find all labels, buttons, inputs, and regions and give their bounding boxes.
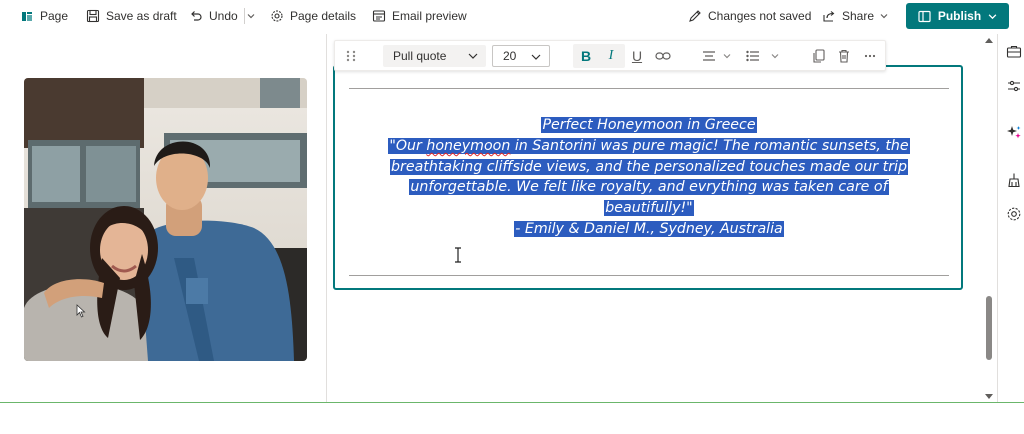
page-button-label: Page [40, 9, 69, 23]
text-style-value: Pull quote [393, 49, 447, 63]
quote-attribution: - Emily & Daniel M., Sydney, Australia [514, 220, 784, 237]
more-icon [864, 54, 876, 58]
quote-line-1-rest: in Santorini was pure magic! The romanti… [510, 137, 909, 154]
quote-line-4: beautifully!" [604, 200, 694, 217]
page-details-button[interactable]: Page details [270, 6, 356, 26]
chevron-down-icon [468, 53, 478, 59]
format-toolbar: Pull quote 20 B I U [334, 40, 886, 71]
page-details-label: Page details [290, 9, 357, 23]
scroll-down-icon[interactable] [985, 394, 993, 400]
couple-photo[interactable] [24, 78, 307, 361]
underline-button[interactable]: U [628, 47, 646, 65]
more-options-button[interactable] [861, 47, 879, 65]
quote-line-1: "Our honeymoon in Santorini was pure mag… [388, 137, 910, 154]
pull-quote-webpart[interactable]: Perfect Honeymoon in Greece "Our honeymo… [333, 65, 963, 290]
changes-status-label: Changes not saved [708, 9, 812, 23]
save-as-draft-label: Save as draft [106, 9, 177, 23]
divider [244, 8, 245, 24]
email-preview-button[interactable]: Email preview [372, 6, 467, 26]
undo-dropdown[interactable] [247, 6, 255, 26]
publish-label: Publish [937, 9, 982, 23]
sliders-icon[interactable] [1006, 78, 1022, 94]
pencil-icon [689, 10, 701, 22]
column-divider [326, 34, 327, 402]
changes-status: Changes not saved [688, 6, 811, 26]
quote-line-2: breathtaking cliffside views, and the pe… [390, 158, 908, 175]
chevron-down-icon[interactable] [723, 52, 731, 60]
mouse-pointer-icon [76, 304, 86, 318]
text-style-dropdown[interactable]: Pull quote [383, 45, 486, 67]
font-size-value: 20 [503, 49, 517, 63]
share-label: Share [842, 9, 875, 23]
share-button[interactable]: Share [822, 6, 888, 26]
command-bar: Page Save as draft Undo Page details Ema… [0, 0, 1024, 32]
quote-line-3: unforgettable. We felt like royalty, and… [409, 179, 889, 196]
scrollbar-thumb[interactable] [986, 296, 992, 360]
pull-quote-text[interactable]: Perfect Honeymoon in Greece "Our honeymo… [349, 115, 949, 240]
undo-button[interactable]: Undo [189, 6, 238, 26]
duplicate-icon [813, 49, 825, 63]
list-icon [746, 50, 759, 62]
gear-icon [271, 10, 283, 22]
grip-icon[interactable] [345, 49, 357, 63]
page-button[interactable]: Page [20, 6, 68, 26]
save-icon [86, 9, 100, 23]
toolbox-icon[interactable] [1006, 44, 1022, 60]
email-preview-icon [372, 10, 386, 22]
link-icon [655, 52, 671, 60]
save-as-draft-button[interactable]: Save as draft [86, 6, 177, 26]
trash-icon [839, 49, 849, 63]
chevron-down-icon[interactable] [988, 12, 997, 21]
quote-open: "Our [389, 137, 427, 154]
align-icon [703, 51, 715, 61]
undo-icon [191, 11, 202, 21]
publish-button[interactable]: Publish [906, 3, 1009, 29]
share-icon [823, 11, 835, 22]
photo-illustration [24, 78, 307, 361]
delete-button[interactable] [835, 47, 853, 65]
page-icon [22, 12, 32, 21]
bottom-edge-line [0, 402, 1024, 403]
chevron-down-icon [531, 54, 541, 60]
bold-button[interactable]: B [577, 47, 595, 65]
quote-bottom-rule [349, 275, 949, 276]
link-button[interactable] [654, 47, 672, 65]
quote-title: Perfect Honeymoon in Greece [541, 117, 757, 133]
scroll-up-icon[interactable] [985, 37, 993, 43]
undo-label: Undo [209, 9, 238, 23]
right-rail-divider [997, 34, 998, 402]
email-preview-label: Email preview [392, 9, 467, 23]
text-cursor-icon [455, 247, 461, 263]
chevron-down-icon[interactable] [771, 52, 779, 60]
spelling-flagged-word[interactable]: honeymoon [426, 138, 510, 154]
italic-button[interactable]: I [602, 47, 620, 65]
broom-icon[interactable] [1006, 172, 1022, 188]
publish-icon [918, 10, 931, 22]
list-button[interactable] [744, 47, 762, 65]
settings-icon[interactable] [1006, 206, 1022, 222]
chevron-down-icon [880, 14, 888, 19]
align-button[interactable] [700, 47, 718, 65]
duplicate-button[interactable] [810, 47, 828, 65]
chevron-down-icon [247, 14, 255, 19]
quote-top-rule [349, 88, 949, 89]
font-size-dropdown[interactable]: 20 [492, 45, 550, 67]
design-ideas-icon[interactable] [1006, 124, 1022, 140]
